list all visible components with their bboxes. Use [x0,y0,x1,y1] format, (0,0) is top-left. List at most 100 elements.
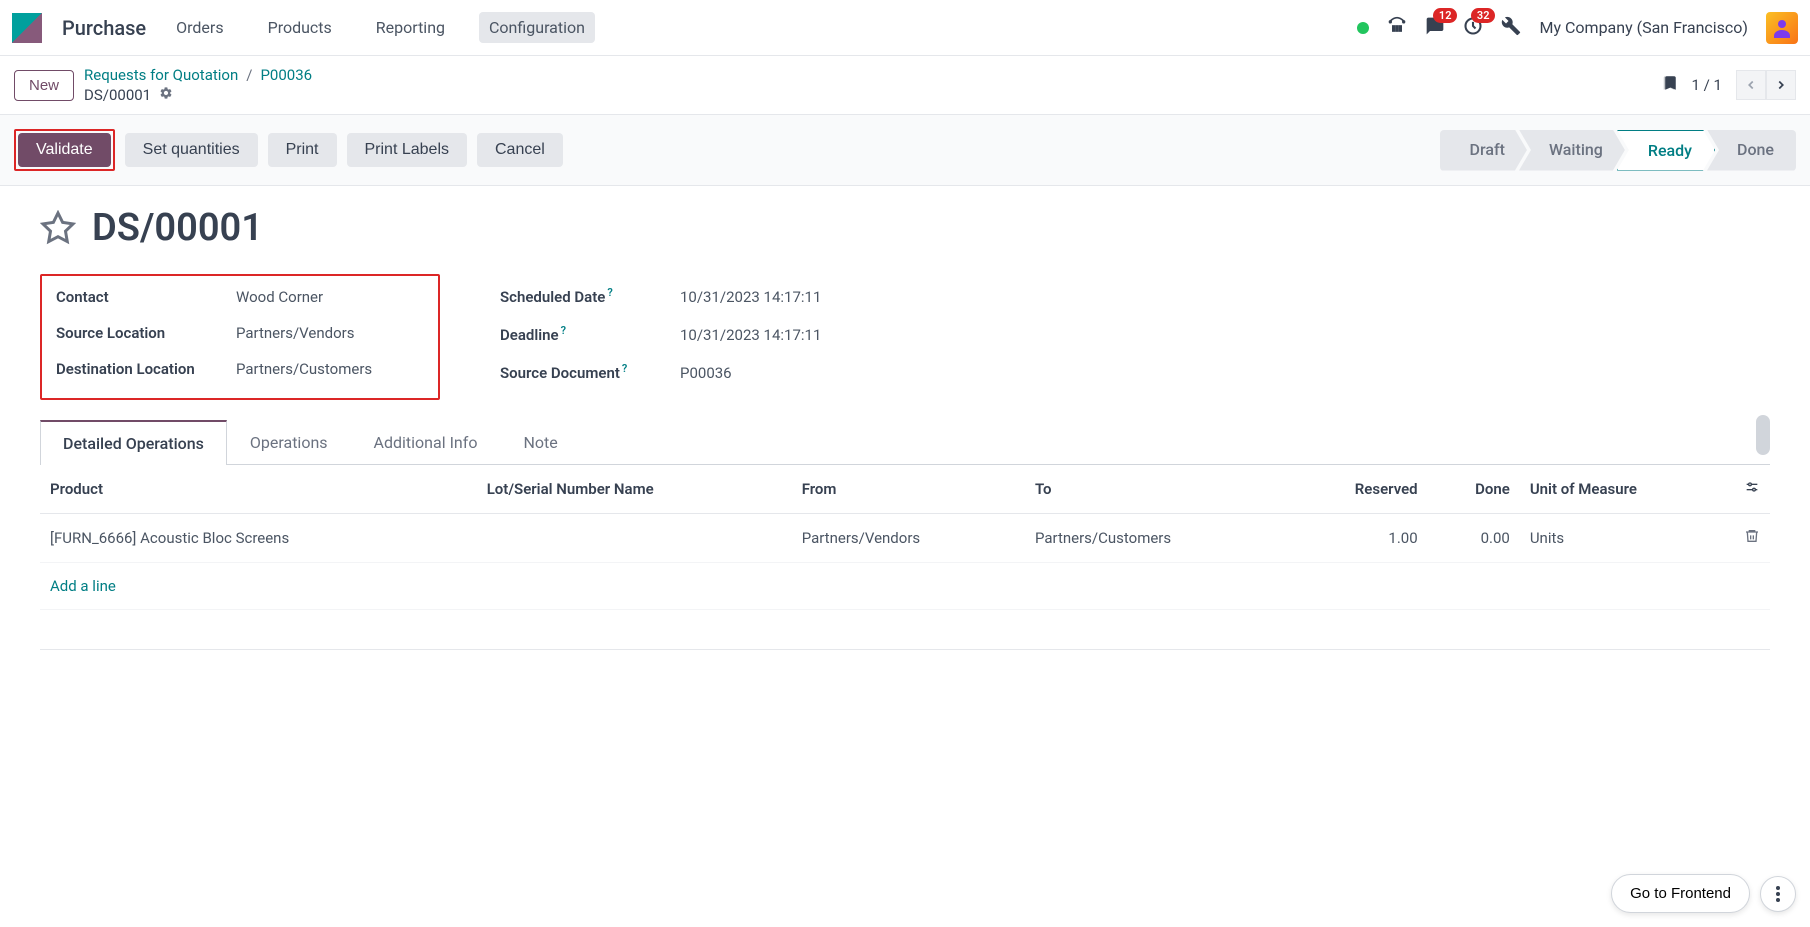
add-line-link[interactable]: Add a line [50,577,116,595]
breadcrumb-sep: / [246,66,252,84]
table-add-row: Add a line [40,563,1770,610]
cell-delete[interactable] [1734,514,1770,563]
tools-icon[interactable] [1501,16,1521,40]
table-wrap: Product Lot/Serial Number Name From To R… [40,465,1770,650]
cell-reserved[interactable]: 1.00 [1288,514,1428,563]
pager-prev[interactable] [1736,70,1766,100]
status-draft[interactable]: Draft [1440,130,1527,171]
nav-menu: Orders Products Reporting Configuration [166,12,595,43]
operations-table: Product Lot/Serial Number Name From To R… [40,465,1770,650]
trash-icon[interactable] [1744,530,1760,548]
table-row[interactable]: [FURN_6666] Acoustic Bloc Screens Partne… [40,514,1770,563]
th-lot[interactable]: Lot/Serial Number Name [477,465,792,514]
deadline-label: Deadline? [500,324,680,344]
nav-configuration[interactable]: Configuration [479,12,595,43]
th-reserved[interactable]: Reserved [1288,465,1428,514]
nav-right: 12 32 My Company (San Francisco) [1357,12,1798,44]
nav-orders[interactable]: Orders [166,12,233,43]
cell-done[interactable]: 0.00 [1428,514,1520,563]
form-columns: Contact Wood Corner Source Location Part… [40,274,1770,400]
print-button[interactable]: Print [268,133,337,167]
pager-text: 1 / 1 [1692,76,1723,94]
help-icon[interactable]: ? [622,362,627,375]
src-loc-value[interactable]: Partners/Vendors [236,324,354,342]
navbar: Purchase Orders Products Reporting Confi… [0,0,1810,56]
th-settings[interactable] [1734,465,1770,514]
activities-icon[interactable]: 32 [1463,16,1483,40]
cancel-button[interactable]: Cancel [477,133,563,167]
action-bar: Validate Set quantities Print Print Labe… [0,114,1810,186]
dest-loc-label: Destination Location [56,360,236,378]
left-column: Contact Wood Corner Source Location Part… [40,274,440,400]
avatar[interactable] [1766,12,1798,44]
field-source-location: Source Location Partners/Vendors [56,324,424,342]
tab-detailed-operations[interactable]: Detailed Operations [40,420,227,465]
messages-icon[interactable]: 12 [1425,16,1445,40]
control-panel: New Requests for Quotation / P00036 DS/0… [0,56,1810,114]
tabs: Detailed Operations Operations Additiona… [40,420,1770,465]
pager-area: 1 / 1 [1660,70,1797,100]
form-sheet: DS/00001 Contact Wood Corner Source Loca… [0,186,1810,670]
tab-additional-info[interactable]: Additional Info [351,420,501,464]
field-dest-location: Destination Location Partners/Customers [56,360,424,378]
srcdoc-label: Source Document? [500,362,680,382]
print-labels-button[interactable]: Print Labels [347,133,468,167]
highlight-validate: Validate [14,129,115,171]
status-waiting[interactable]: Waiting [1519,130,1625,171]
nav-products[interactable]: Products [258,12,342,43]
cell-product[interactable]: [FURN_6666] Acoustic Bloc Screens [40,514,477,563]
field-deadline: Deadline? 10/31/2023 14:17:11 [500,324,1770,344]
record-title: DS/00001 [92,206,263,250]
pager-next[interactable] [1766,70,1796,100]
th-to[interactable]: To [1025,465,1288,514]
new-button[interactable]: New [14,70,74,101]
src-loc-label: Source Location [56,324,236,342]
field-contact: Contact Wood Corner [56,288,424,306]
sched-value[interactable]: 10/31/2023 14:17:11 [680,288,821,306]
dest-loc-value[interactable]: Partners/Customers [236,360,372,378]
cell-uom[interactable]: Units [1520,514,1734,563]
activities-badge: 32 [1471,8,1496,23]
breadcrumb-po[interactable]: P00036 [260,66,312,84]
nav-reporting[interactable]: Reporting [366,12,455,43]
phone-icon[interactable] [1387,16,1407,40]
kebab-menu[interactable] [1760,876,1796,912]
breadcrumb-rfq[interactable]: Requests for Quotation [84,66,238,84]
scrollbar[interactable] [1756,415,1770,455]
sched-label: Scheduled Date? [500,286,680,306]
bottom-bar: Go to Frontend [1611,874,1796,913]
right-column: Scheduled Date? 10/31/2023 14:17:11 Dead… [500,274,1770,400]
cell-to[interactable]: Partners/Customers [1025,514,1288,563]
contact-label: Contact [56,288,236,306]
th-uom[interactable]: Unit of Measure [1520,465,1734,514]
star-icon[interactable] [40,210,76,246]
field-scheduled-date: Scheduled Date? 10/31/2023 14:17:11 [500,286,1770,306]
field-source-document: Source Document? P00036 [500,362,1770,382]
status-done[interactable]: Done [1707,130,1796,171]
gear-icon[interactable] [159,86,173,104]
go-to-frontend-button[interactable]: Go to Frontend [1611,874,1750,913]
th-product[interactable]: Product [40,465,477,514]
th-from[interactable]: From [792,465,1025,514]
help-icon[interactable]: ? [607,286,612,299]
table-header-row: Product Lot/Serial Number Name From To R… [40,465,1770,514]
app-name[interactable]: Purchase [62,16,146,40]
validate-button[interactable]: Validate [18,133,111,167]
cell-lot[interactable] [477,514,792,563]
messages-badge: 12 [1433,8,1458,23]
th-done[interactable]: Done [1428,465,1520,514]
company-name[interactable]: My Company (San Francisco) [1539,18,1748,37]
title-row: DS/00001 [40,206,1770,250]
deadline-value[interactable]: 10/31/2023 14:17:11 [680,326,821,344]
status-ready[interactable]: Ready [1617,130,1715,171]
help-icon[interactable]: ? [561,324,566,337]
tab-operations[interactable]: Operations [227,420,351,464]
app-logo[interactable] [12,13,42,43]
tab-note[interactable]: Note [500,420,580,464]
breadcrumb-current: DS/00001 [84,86,151,104]
bookmark-icon[interactable] [1660,72,1678,98]
srcdoc-value[interactable]: P00036 [680,364,732,382]
set-quantities-button[interactable]: Set quantities [125,133,258,167]
cell-from[interactable]: Partners/Vendors [792,514,1025,563]
contact-value[interactable]: Wood Corner [236,288,323,306]
